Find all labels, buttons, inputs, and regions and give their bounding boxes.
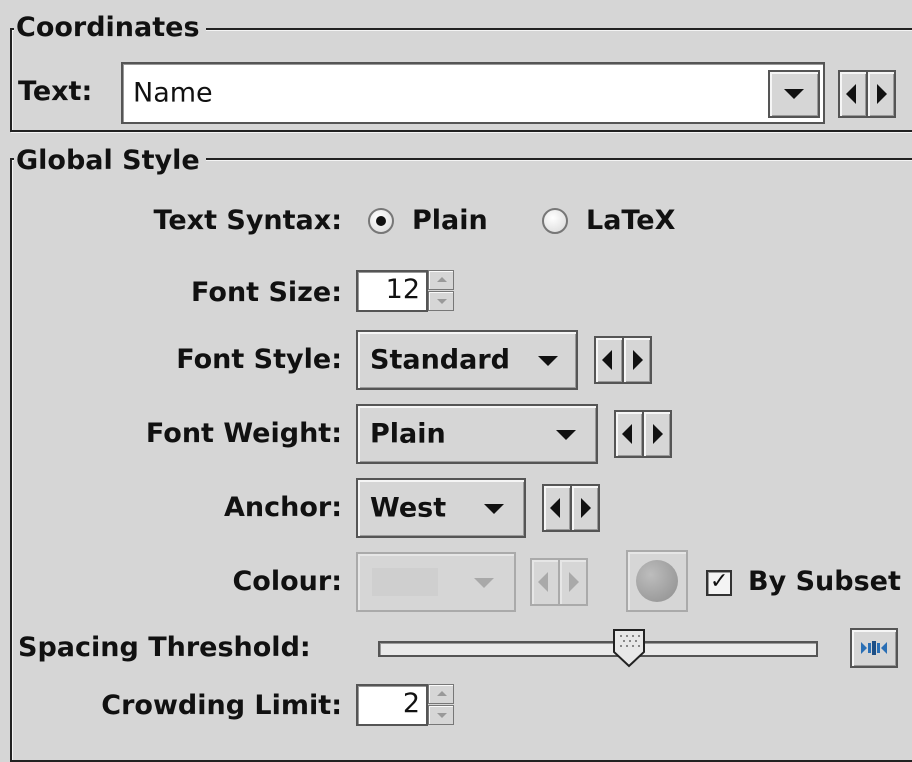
font-weight-next-button[interactable] (642, 410, 672, 458)
text-label: Text: (18, 76, 93, 107)
anchor-value: West (370, 492, 447, 524)
arrow-left-icon (550, 498, 560, 518)
font-weight-value: Plain (370, 418, 446, 450)
crowding-limit-input[interactable]: 2 (356, 684, 428, 726)
font-weight-dropdown[interactable]: Plain (356, 404, 598, 464)
arrow-right-icon (877, 84, 887, 104)
colour-swatch (372, 568, 438, 596)
spacing-threshold-slider[interactable] (378, 641, 818, 657)
anchor-label: Anchor: (223, 492, 342, 523)
chevron-down-icon (538, 356, 558, 366)
arrow-left-icon (846, 84, 856, 104)
anchor-dropdown[interactable]: West (356, 478, 526, 538)
slider-reset-icon (861, 641, 887, 655)
crowding-limit-increment[interactable] (428, 684, 454, 704)
arrow-left-icon (538, 572, 548, 592)
text-syntax-latex-label[interactable]: LaTeX (586, 205, 675, 237)
chevron-down-icon (784, 89, 804, 99)
by-subset-label[interactable]: By Subset (748, 566, 901, 598)
text-syntax-label: Text Syntax: (153, 205, 342, 236)
coordinates-legend: Coordinates (14, 13, 206, 43)
text-coordinate-field[interactable]: Name (121, 62, 825, 124)
font-style-next-button[interactable] (622, 336, 652, 384)
font-style-value: Standard (370, 344, 510, 376)
anchor-prev-button[interactable] (542, 484, 572, 532)
spacing-threshold-reset-button[interactable] (850, 628, 898, 668)
crowding-limit-label: Crowding Limit: (101, 690, 342, 721)
font-size-increment[interactable] (428, 270, 454, 290)
arrow-left-icon (602, 350, 612, 370)
text-syntax-plain-label[interactable]: Plain (412, 205, 488, 237)
font-weight-prev-button[interactable] (614, 410, 644, 458)
radio-selected-dot (376, 216, 386, 226)
checkmark-icon: ✓ (710, 569, 729, 594)
crowding-limit-decrement[interactable] (428, 705, 454, 725)
anchor-next-button[interactable] (570, 484, 600, 532)
arrow-left-icon (622, 424, 632, 444)
chevron-down-icon (556, 430, 576, 440)
colour-label: Colour: (232, 566, 342, 597)
colour-next-button[interactable] (558, 558, 588, 606)
text-syntax-latex-radio[interactable] (542, 208, 568, 234)
text-syntax-plain-radio[interactable] (368, 208, 394, 234)
font-size-stepper[interactable] (428, 270, 454, 312)
font-size-input[interactable]: 12 (356, 270, 428, 312)
colour-prev-button[interactable] (530, 558, 560, 606)
font-weight-label: Font Weight: (145, 418, 342, 449)
slider-thumb[interactable] (612, 628, 646, 668)
font-style-dropdown[interactable]: Standard (356, 330, 578, 390)
text-coordinate-value: Name (133, 77, 213, 109)
caret-up-icon (437, 691, 447, 696)
font-size-label: Font Size: (191, 277, 342, 308)
font-size-decrement[interactable] (428, 291, 454, 311)
text-coordinate-next-button[interactable] (866, 70, 896, 118)
colour-chooser-button[interactable] (626, 550, 688, 612)
chevron-down-icon (474, 578, 494, 588)
global-style-legend: Global Style (14, 146, 206, 176)
font-style-label: Font Style: (176, 344, 342, 375)
by-subset-checkbox[interactable]: ✓ (706, 569, 732, 596)
caret-down-icon (437, 299, 447, 304)
chevron-down-icon (484, 504, 504, 514)
caret-up-icon (437, 277, 447, 282)
font-style-prev-button[interactable] (594, 336, 624, 384)
colour-dropdown[interactable] (356, 552, 516, 612)
text-coordinate-dropdown-button[interactable] (768, 70, 820, 118)
text-coordinate-prev-button[interactable] (838, 70, 868, 118)
caret-down-icon (437, 713, 447, 718)
colour-wheel-icon (636, 560, 678, 602)
arrow-right-icon (653, 424, 663, 444)
arrow-right-icon (581, 498, 591, 518)
crowding-limit-stepper[interactable] (428, 684, 454, 726)
spacing-threshold-label: Spacing Threshold: (18, 632, 311, 663)
arrow-right-icon (569, 572, 579, 592)
arrow-right-icon (633, 350, 643, 370)
